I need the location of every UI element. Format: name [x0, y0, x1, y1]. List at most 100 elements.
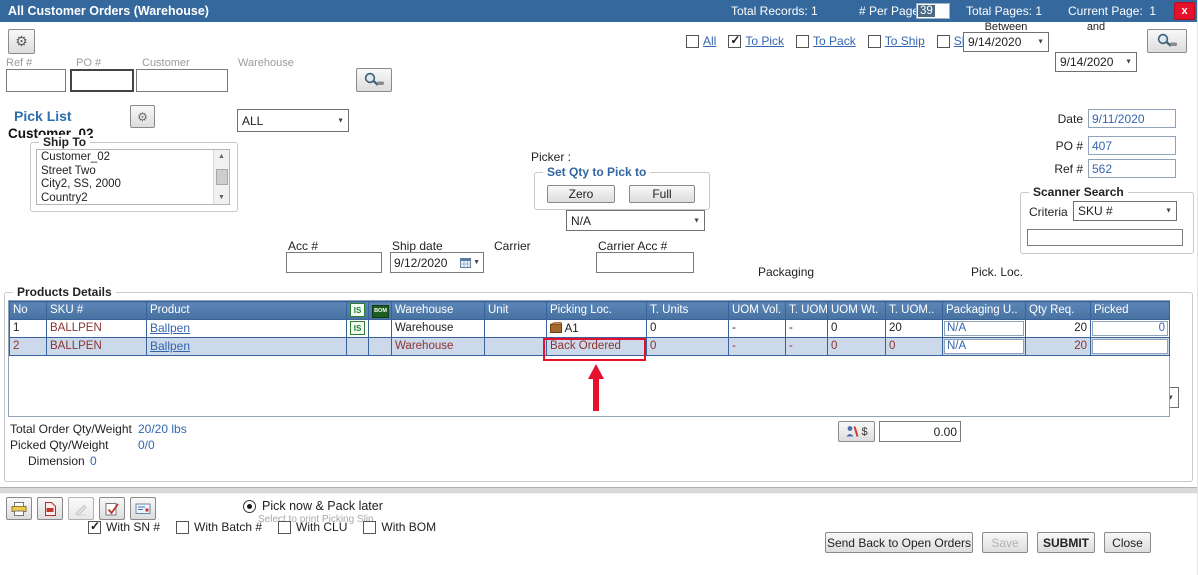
close-window-button[interactable]: x	[1174, 2, 1195, 20]
scroll-down-icon[interactable]: ▼	[218, 191, 225, 205]
ship-date-picker[interactable]: 9/12/2020 ▼	[390, 252, 484, 273]
filter-shipped-checkbox[interactable]	[937, 35, 950, 48]
ship-to-line: Customer_02	[41, 151, 211, 165]
col-bom: BOM	[369, 302, 392, 320]
warehouse-select[interactable]: ALL▼	[237, 109, 349, 132]
ref-filter-input[interactable]	[6, 69, 66, 92]
total-order-qty-value: 20/20 lbs	[138, 422, 187, 436]
order-ref-input[interactable]: 562	[1088, 159, 1176, 178]
cell-qty-req: 20	[1026, 337, 1091, 355]
filter-to-ship-label[interactable]: To Ship	[885, 34, 925, 48]
location-box-icon	[550, 322, 562, 333]
with-bom-label: With BOM	[381, 520, 436, 534]
send-back-to-open-orders-button[interactable]: Send Back to Open Orders	[825, 532, 973, 553]
acc-input[interactable]	[286, 252, 382, 273]
print-picking-slip-button[interactable]	[6, 497, 32, 520]
orders-search-button[interactable]	[356, 68, 392, 92]
email-button[interactable]	[130, 497, 156, 520]
product-link[interactable]: Ballpen	[150, 321, 190, 335]
chevron-down-icon: ▼	[1165, 208, 1172, 215]
cell-is: IS	[347, 319, 369, 337]
customer-filter-input[interactable]	[136, 69, 228, 92]
ship-to-line: City2, SS, 2000	[41, 178, 211, 192]
action-button-bar: Send Back to Open Orders Save SUBMIT Clo…	[825, 532, 1151, 553]
with-sn-checkbox[interactable]	[88, 521, 101, 534]
all-customer-orders-window: All Customer Orders (Warehouse) Total Re…	[0, 0, 1198, 575]
pick-list-settings-icon: ⚙	[137, 110, 148, 124]
filter-to-pack-label[interactable]: To Pack	[813, 34, 856, 48]
scroll-up-icon[interactable]: ▲	[218, 150, 225, 164]
po-filter-input[interactable]	[70, 69, 134, 92]
col-uom-wt: UOM Wt.	[828, 302, 886, 320]
bom-icon: BOM	[372, 305, 389, 318]
with-clu-checkbox[interactable]	[278, 521, 291, 534]
footer-toolbar	[6, 497, 156, 520]
scanner-search-legend: Scanner Search	[1029, 185, 1128, 199]
charges-button[interactable]: $	[838, 421, 875, 442]
order-date-input[interactable]: 9/11/2020	[1088, 109, 1176, 128]
verify-pick-button[interactable]	[99, 497, 125, 520]
is-icon: IS	[350, 303, 365, 317]
per-page-label: # Per Page	[859, 4, 919, 18]
status-filter-bar: All To Pick To Pack To Ship Shipped	[686, 34, 998, 48]
with-batch-checkbox[interactable]	[176, 521, 189, 534]
picked-qty-value: 0/0	[138, 438, 155, 452]
filter-to-ship: To Ship	[868, 34, 925, 48]
full-button[interactable]: Full	[629, 185, 695, 203]
chevron-down-icon: ▼	[693, 217, 700, 224]
scanner-search-input[interactable]	[1027, 229, 1183, 246]
dimension-value: 0	[90, 454, 97, 468]
col-unit: Unit	[485, 302, 547, 320]
amount-input[interactable]: 0.00	[879, 421, 961, 442]
zero-button[interactable]: Zero	[547, 185, 615, 203]
product-link[interactable]: Ballpen	[150, 339, 190, 353]
picked-input[interactable]	[1092, 339, 1168, 354]
close-button[interactable]: Close	[1104, 532, 1151, 553]
signature-button[interactable]	[68, 497, 94, 520]
date-search-button[interactable]	[1147, 29, 1187, 53]
date-to-select[interactable]: 9/14/2020▼	[1055, 52, 1137, 72]
cell-t-units: 0	[647, 337, 729, 355]
cell-bom	[369, 319, 392, 337]
carrier-acc-input[interactable]	[596, 252, 694, 273]
col-product: Product	[147, 302, 347, 320]
criteria-select[interactable]: SKU #▼	[1073, 201, 1177, 221]
packaging-uom-box[interactable]: N/A	[944, 339, 1024, 354]
ship-to-address-box[interactable]: Customer_02 Street Two City2, SS, 2000 C…	[36, 149, 230, 205]
with-clu-option: With CLU	[278, 520, 347, 534]
search-icon	[362, 72, 386, 88]
filter-all-label[interactable]: All	[703, 34, 716, 48]
ship-to-scrollbar[interactable]: ▲ ▼	[213, 150, 229, 204]
pick-list-settings-button[interactable]: ⚙	[130, 105, 155, 128]
filter-to-pick-label[interactable]: To Pick	[745, 34, 784, 48]
chevron-down-icon: ▼	[1125, 59, 1132, 66]
pdf-export-button[interactable]	[37, 497, 63, 520]
table-row: 2 BALLPEN Ballpen Warehouse Back Ordered…	[10, 337, 1170, 355]
scrollbar-thumb[interactable]	[216, 169, 228, 185]
filter-to-pick-checkbox[interactable]	[728, 35, 741, 48]
cell-sku: BALLPEN	[47, 337, 147, 355]
pick-now-pack-later-radio[interactable]	[243, 500, 256, 513]
title-bar: All Customer Orders (Warehouse) Total Re…	[0, 0, 1198, 22]
filter-to-ship-checkbox[interactable]	[868, 35, 881, 48]
scanner-search-groupbox: Scanner Search Criteria SKU #▼	[1020, 192, 1194, 254]
col-qty-req: Qty Req.	[1026, 302, 1091, 320]
po-filter-label: PO #	[76, 57, 101, 69]
order-po-input[interactable]: 407	[1088, 136, 1176, 155]
cell-t-uom-wt: 0	[886, 337, 943, 355]
submit-button[interactable]: SUBMIT	[1037, 532, 1095, 553]
filter-all-checkbox[interactable]	[686, 35, 699, 48]
chevron-down-icon: ▼	[473, 259, 480, 266]
settings-button[interactable]: ⚙	[8, 29, 35, 54]
per-page-input[interactable]: 39	[916, 3, 950, 19]
packaging-uom-box[interactable]: N/A	[944, 321, 1024, 336]
save-button[interactable]: Save	[982, 532, 1028, 553]
pick-pack-option: Pick now & Pack later	[243, 499, 383, 513]
table-row: 1 BALLPEN Ballpen IS Warehouse A1 0	[10, 319, 1170, 337]
picker-select[interactable]: N/A▼	[566, 210, 705, 231]
picked-input[interactable]: 0	[1092, 321, 1168, 336]
money-person-icon	[845, 425, 859, 438]
filter-to-pack-checkbox[interactable]	[796, 35, 809, 48]
with-bom-checkbox[interactable]	[363, 521, 376, 534]
date-from-select[interactable]: 9/14/2020▼	[963, 32, 1049, 52]
